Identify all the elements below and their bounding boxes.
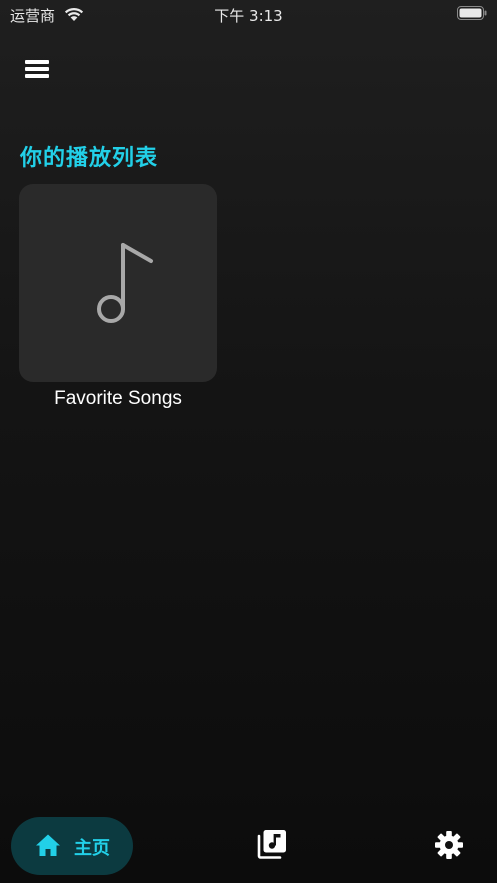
home-icon	[36, 834, 60, 856]
tab-bar: 主页	[0, 793, 497, 883]
status-time: 下午 3:13	[214, 7, 283, 25]
tab-home-label: 主页	[74, 838, 110, 859]
playlist-card[interactable]: Favorite Songs	[19, 184, 217, 410]
music-library-icon[interactable]	[257, 829, 287, 859]
hamburger-menu-icon[interactable]	[24, 58, 52, 82]
battery-icon	[457, 6, 487, 20]
playlist-cover[interactable]	[19, 184, 217, 382]
music-note-icon	[97, 243, 153, 323]
section-title: 你的播放列表	[20, 146, 159, 171]
gear-icon[interactable]	[434, 830, 464, 860]
status-bar: 运营商 下午 3:13	[0, 0, 497, 28]
playlist-name: Favorite Songs	[54, 388, 182, 409]
tab-home[interactable]: 主页	[11, 817, 133, 875]
